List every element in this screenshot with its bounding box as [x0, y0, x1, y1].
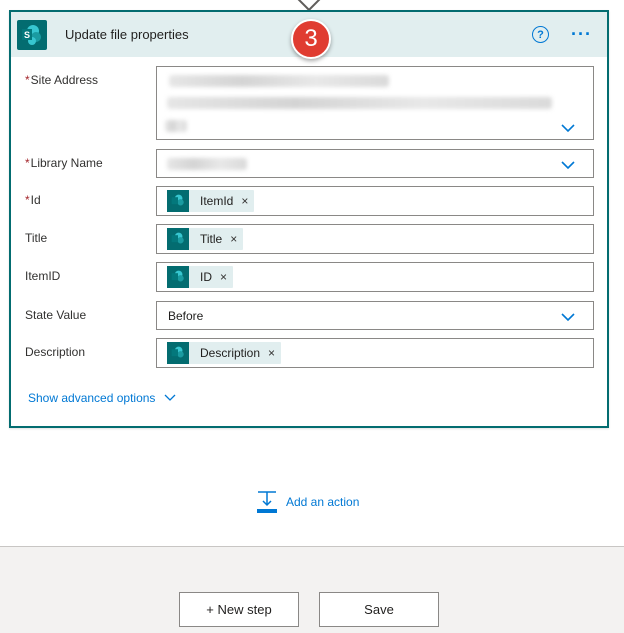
redacted-text: [167, 97, 552, 109]
close-icon[interactable]: ×: [268, 346, 275, 360]
redacted-text: [165, 120, 187, 132]
id-field[interactable]: ItemId ×: [156, 186, 594, 216]
add-an-action-link[interactable]: Add an action: [256, 490, 359, 514]
state-value-label: State Value: [25, 308, 87, 322]
add-action-label: Add an action: [286, 495, 360, 509]
token-label: ItemId: [200, 194, 234, 208]
close-icon[interactable]: ×: [220, 270, 227, 284]
add-action-icon: [257, 491, 277, 513]
step-number-badge: 3: [291, 19, 331, 59]
dynamic-content-token[interactable]: Title ×: [167, 228, 244, 250]
chevron-down-icon: [164, 394, 176, 401]
new-step-button[interactable]: + New step: [179, 592, 299, 627]
svg-text:S: S: [24, 30, 30, 40]
dynamic-content-token[interactable]: ItemId ×: [167, 190, 255, 212]
site-address-label: *Site Address: [25, 73, 99, 87]
more-options-icon[interactable]: ···: [571, 24, 592, 45]
chevron-down-icon[interactable]: [561, 160, 575, 170]
site-address-field[interactable]: [156, 66, 594, 140]
help-icon[interactable]: ?: [532, 26, 549, 43]
state-value-selected: Before: [168, 308, 204, 323]
sharepoint-icon: [167, 342, 189, 364]
chevron-down-icon[interactable]: [561, 312, 575, 322]
sharepoint-icon: [167, 228, 189, 250]
sharepoint-icon: S: [17, 19, 47, 50]
sharepoint-icon: [167, 190, 189, 212]
card-title: Update file properties: [65, 27, 189, 42]
action-card: S Update file properties 3 ? ··· *Site A…: [9, 10, 609, 428]
token-label: Description: [200, 346, 261, 360]
title-label: Title: [25, 231, 48, 245]
description-field[interactable]: Description ×: [156, 338, 594, 368]
library-name-field[interactable]: [156, 149, 594, 178]
token-label: Title: [200, 232, 223, 246]
save-button[interactable]: Save: [319, 592, 439, 627]
dynamic-content-token[interactable]: Description ×: [167, 342, 282, 364]
id-label: *Id: [25, 193, 41, 207]
itemid-field[interactable]: ID ×: [156, 262, 594, 292]
library-name-label: *Library Name: [25, 156, 103, 170]
description-label: Description: [25, 345, 86, 359]
advanced-options-label: Show advanced options: [28, 391, 156, 405]
footer-bar: + New step Save: [0, 546, 624, 633]
redacted-text: [167, 158, 247, 170]
chevron-down-icon[interactable]: [561, 123, 575, 133]
title-field[interactable]: Title ×: [156, 224, 594, 254]
show-advanced-options-link[interactable]: Show advanced options: [28, 391, 176, 405]
close-icon[interactable]: ×: [241, 194, 248, 208]
dynamic-content-token[interactable]: ID ×: [167, 266, 234, 288]
itemid-label: ItemID: [25, 269, 61, 283]
state-value-dropdown[interactable]: Before: [156, 301, 594, 330]
redacted-text: [169, 75, 389, 87]
close-icon[interactable]: ×: [230, 232, 237, 246]
sharepoint-icon: [167, 266, 189, 288]
token-label: ID: [200, 270, 212, 284]
